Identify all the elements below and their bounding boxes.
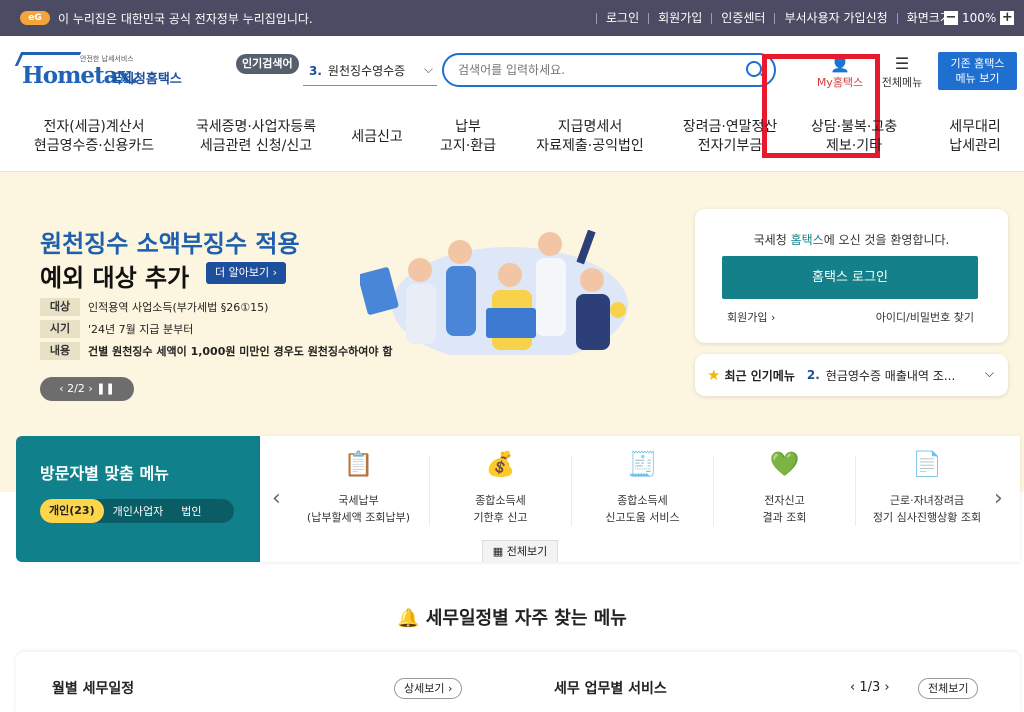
chevron-down-icon: ⌵ [423, 62, 433, 76]
hero-title-1: 원천징수 소액부징수 적용 [40, 230, 300, 258]
monthly-schedule-title: 월별 세무일정 [52, 681, 135, 697]
hero-row-target: 대상 인적용역 사업소득(부가세법 §26①15) [40, 298, 268, 316]
hero-title-2: 예외 대상 추가 [40, 264, 190, 292]
hometax-logo[interactable]: 안전한 납세서비스 Hometax. 국세청홈택스 [14, 52, 186, 90]
top-link-dept[interactable]: 부서사용자 가입신청 [774, 12, 896, 24]
nav-incentive[interactable]: 장려금·연말정산 전자기부금 [670, 118, 790, 156]
join-link[interactable]: 회원가입 › [727, 309, 775, 325]
gov-notice-bar: eG 이 누리집은 대한민국 공식 전자정부 누리집입니다. 로그인 회원가입 … [0, 0, 1024, 36]
people-illustration [360, 230, 628, 355]
heart-hands-icon: 💚 [769, 450, 800, 478]
banner-pager[interactable]: ‹ 2/2 › ❚❚ [40, 377, 134, 401]
task-service-pager[interactable]: ‹ 1/3 › [850, 680, 890, 695]
hero-tag: 내용 [40, 342, 80, 360]
service-item[interactable]: 📋 국세납부 (납부할세액 조회납부) [288, 450, 430, 526]
hero-row-text: 인적용역 사업소득(부가세법 §26①15) [88, 301, 269, 314]
find-id-password-link[interactable]: 아이디/비밀번호 찾기 [876, 309, 974, 325]
zoom-out-button[interactable]: − [944, 11, 958, 25]
legacy-menu-button[interactable]: 기존 홈택스 메뉴 보기 [938, 52, 1017, 90]
service-item[interactable]: 💚 전자신고 결과 조회 [714, 450, 856, 526]
search-icon[interactable] [746, 61, 762, 77]
egov-notice: eG 이 누리집은 대한민국 공식 전자정부 누리집입니다. [20, 10, 313, 27]
recent-popular-rank: 2. [806, 368, 820, 382]
visitor-tabs: 개인(23) 개인사업자 법인 [40, 499, 234, 523]
zoom-in-button[interactable]: + [1000, 11, 1015, 25]
hero-row-text: 건별 원천징수 세액이 1,000원 미만인 경우도 원천징수하여야 함 [88, 345, 393, 358]
all-menu-button[interactable]: ☰ 전체메뉴 [876, 54, 928, 90]
search-input[interactable] [458, 55, 738, 85]
legacy-menu-label-2: 메뉴 보기 [955, 72, 1000, 85]
top-links: 로그인 회원가입 인증센터 부서사용자 가입신청 화면크기 [596, 12, 960, 24]
carousel-next-icon[interactable]: › [994, 486, 1003, 511]
legacy-menu-label-1: 기존 홈택스 [950, 57, 1005, 70]
egov-logo-icon: eG [20, 11, 50, 25]
nav-counsel[interactable]: 상담·불복·고충 제보·기타 [800, 118, 908, 156]
nav-e-invoice[interactable]: 전자(세금)계산서 현금영수증·신용카드 [28, 118, 160, 156]
hero-tag: 대상 [40, 298, 80, 316]
hero-row-content: 내용 건별 원천징수 세액이 1,000원 미만인 경우도 원천징수하여야 함 [40, 342, 392, 360]
top-link-cert[interactable]: 인증센터 [711, 12, 774, 24]
header: 안전한 납세서비스 Hometax. 국세청홈택스 인기검색어 3. 원천징수영… [0, 36, 1024, 158]
learn-more-button[interactable]: 더 알아보기 › [206, 262, 286, 284]
recent-popular-item: 현금영수증 매출내역 조... [825, 368, 956, 383]
popular-search-badge: 인기검색어 [236, 54, 299, 74]
gov-notice-text: 이 누리집은 대한민국 공식 전자정부 누리집입니다. [58, 11, 313, 26]
money-bag-icon: 💰 [485, 450, 516, 478]
service-item[interactable]: 💰 종합소득세 기한후 신고 [430, 450, 572, 526]
popular-search-term: 원천징수영수증 [327, 64, 406, 78]
nav-payment[interactable]: 납부 고지·환급 [428, 118, 508, 156]
nav-payment-statement[interactable]: 지급명세서 자료제출·공익법인 [520, 118, 660, 156]
hamburger-icon: ☰ [894, 54, 910, 73]
visitor-menu-title: 방문자별 맞춤 메뉴 [40, 464, 169, 483]
tab-individual[interactable]: 개인(23) [40, 499, 104, 523]
tab-sole-proprietor[interactable]: 개인사업자 [104, 503, 173, 519]
recent-popular-menu[interactable]: ★ 최근 인기메뉴 2. 현금영수증 매출내역 조... ⌵ [695, 354, 1008, 396]
main-nav: 전자(세금)계산서 현금영수증·신용카드 국세증명·사업자등록 세금관련 신청/신고… [0, 110, 1024, 172]
nav-certificate[interactable]: 국세증명·사업자등록 세금관련 신청/신고 [186, 118, 326, 156]
star-icon: ★ [707, 366, 721, 384]
nav-tax-filing[interactable]: 세금신고 [340, 128, 414, 147]
zoom-control: − 100% + [944, 11, 1015, 25]
all-menu-label: 전체메뉴 [881, 76, 923, 89]
document-check-icon: 📄 [912, 450, 942, 478]
task-service-title: 세무 업무별 서비스 [554, 681, 667, 697]
document-icon: 📋 [343, 450, 374, 478]
search-box [442, 53, 776, 87]
hero-row-text: '24년 7월 지급 분부터 [88, 323, 194, 336]
popular-search-select[interactable]: 3. 원천징수영수증 ⌵ [303, 56, 437, 86]
receipt-icon: 🧾 [627, 450, 658, 478]
service-item[interactable]: 📄 근로·자녀장려금 정기 심사진행상황 조회 [856, 450, 998, 526]
logo-korean-name: 국세청홈택스 [110, 72, 182, 87]
task-all-view-button[interactable]: 전체보기 [918, 678, 979, 699]
chevron-down-icon: ⌵ [984, 366, 994, 380]
schedule-section-title: 🔔 세무일정별 자주 찾는 메뉴 [397, 608, 627, 629]
detail-view-button[interactable]: 상세보기 › [394, 678, 463, 699]
hero-tag: 시기 [40, 320, 80, 338]
grid-icon: ▦ [492, 545, 504, 558]
nav-tax-agent[interactable]: 세무대리 납세관리 [930, 118, 1020, 156]
zoom-value: 100% [962, 11, 997, 25]
welcome-text: 국세청 홈택스에 오신 것을 환영합니다. [753, 233, 950, 247]
schedule-panel: 월별 세무일정 상세보기 › 세무 업무별 서비스 ‹ 1/3 › 전체보기 [16, 652, 1020, 712]
login-card: 국세청 홈택스에 오신 것을 환영합니다. 홈택스 로그인 회원가입 › 아이디… [695, 209, 1008, 343]
top-link-join[interactable]: 회원가입 [648, 12, 711, 24]
visitor-menu-panel: 방문자별 맞춤 메뉴 개인(23) 개인사업자 법인 [16, 436, 260, 562]
all-services-button[interactable]: ▦ 전체보기 [482, 540, 558, 562]
service-carousel: ‹ 📋 국세납부 (납부할세액 조회납부) 💰 종합소득세 기한후 신고 🧾 종합소… [260, 436, 1020, 562]
top-link-login[interactable]: 로그인 [596, 12, 648, 24]
hometax-login-button[interactable]: 홈택스 로그인 [722, 256, 978, 299]
carousel-prev-icon[interactable]: ‹ [272, 486, 281, 511]
bell-icon: 🔔 [397, 608, 420, 629]
hero-row-period: 시기 '24년 7월 지급 분부터 [40, 320, 193, 338]
popular-search-rank: 3. [309, 63, 322, 78]
recent-popular-label: 최근 인기메뉴 [724, 368, 795, 383]
service-item[interactable]: 🧾 종합소득세 신고도움 서비스 [572, 450, 714, 526]
tab-corporation[interactable]: 법인 [172, 503, 210, 519]
